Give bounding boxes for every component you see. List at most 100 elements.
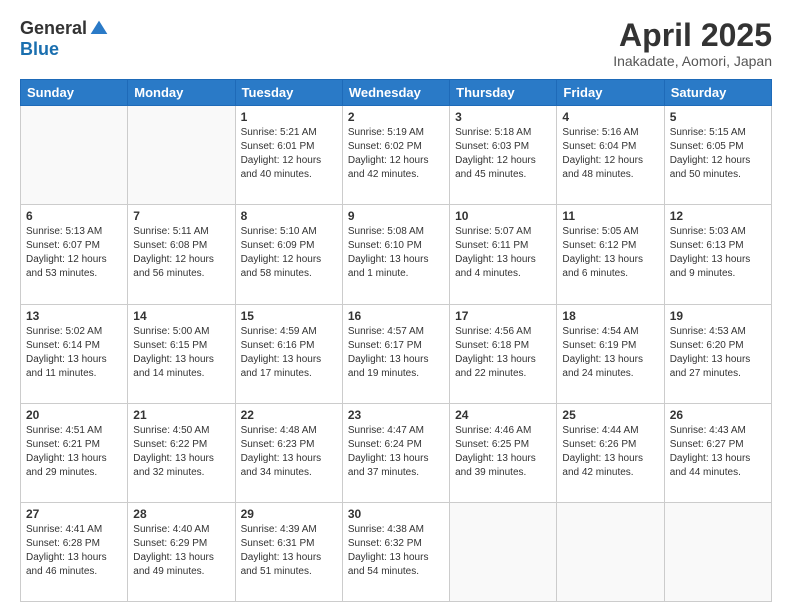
calendar-day-cell: 28 Sunrise: 4:40 AMSunset: 6:29 PMDaylig… bbox=[128, 502, 235, 601]
logo-general: General bbox=[20, 18, 87, 39]
day-number: 24 bbox=[455, 408, 551, 422]
header: General Blue April 2025 Inakadate, Aomor… bbox=[20, 18, 772, 69]
day-number: 14 bbox=[133, 309, 229, 323]
day-number: 1 bbox=[241, 110, 337, 124]
calendar-table: Sunday Monday Tuesday Wednesday Thursday… bbox=[20, 79, 772, 602]
day-info: Sunrise: 5:10 AMSunset: 6:09 PMDaylight:… bbox=[241, 226, 322, 279]
day-number: 27 bbox=[26, 507, 122, 521]
day-info: Sunrise: 4:54 AMSunset: 6:19 PMDaylight:… bbox=[562, 326, 643, 379]
day-info: Sunrise: 5:02 AMSunset: 6:14 PMDaylight:… bbox=[26, 326, 107, 379]
calendar-day-cell: 2 Sunrise: 5:19 AMSunset: 6:02 PMDayligh… bbox=[342, 106, 449, 205]
day-number: 29 bbox=[241, 507, 337, 521]
calendar-week-row: 1 Sunrise: 5:21 AMSunset: 6:01 PMDayligh… bbox=[21, 106, 772, 205]
day-number: 21 bbox=[133, 408, 229, 422]
col-wednesday: Wednesday bbox=[342, 80, 449, 106]
day-info: Sunrise: 5:05 AMSunset: 6:12 PMDaylight:… bbox=[562, 226, 643, 279]
day-number: 30 bbox=[348, 507, 444, 521]
col-tuesday: Tuesday bbox=[235, 80, 342, 106]
calendar-day-cell: 4 Sunrise: 5:16 AMSunset: 6:04 PMDayligh… bbox=[557, 106, 664, 205]
day-info: Sunrise: 5:11 AMSunset: 6:08 PMDaylight:… bbox=[133, 226, 214, 279]
calendar-day-cell: 26 Sunrise: 4:43 AMSunset: 6:27 PMDaylig… bbox=[664, 403, 771, 502]
calendar-day-cell bbox=[557, 502, 664, 601]
day-info: Sunrise: 4:50 AMSunset: 6:22 PMDaylight:… bbox=[133, 425, 214, 478]
day-info: Sunrise: 5:19 AMSunset: 6:02 PMDaylight:… bbox=[348, 127, 429, 180]
calendar-day-cell: 12 Sunrise: 5:03 AMSunset: 6:13 PMDaylig… bbox=[664, 205, 771, 304]
calendar-day-cell: 18 Sunrise: 4:54 AMSunset: 6:19 PMDaylig… bbox=[557, 304, 664, 403]
day-number: 26 bbox=[670, 408, 766, 422]
col-saturday: Saturday bbox=[664, 80, 771, 106]
day-info: Sunrise: 4:39 AMSunset: 6:31 PMDaylight:… bbox=[241, 524, 322, 577]
calendar-week-row: 6 Sunrise: 5:13 AMSunset: 6:07 PMDayligh… bbox=[21, 205, 772, 304]
day-number: 7 bbox=[133, 209, 229, 223]
calendar-day-cell: 20 Sunrise: 4:51 AMSunset: 6:21 PMDaylig… bbox=[21, 403, 128, 502]
day-info: Sunrise: 5:15 AMSunset: 6:05 PMDaylight:… bbox=[670, 127, 751, 180]
calendar-day-cell: 6 Sunrise: 5:13 AMSunset: 6:07 PMDayligh… bbox=[21, 205, 128, 304]
calendar-day-cell: 3 Sunrise: 5:18 AMSunset: 6:03 PMDayligh… bbox=[450, 106, 557, 205]
calendar-day-cell: 10 Sunrise: 5:07 AMSunset: 6:11 PMDaylig… bbox=[450, 205, 557, 304]
day-number: 17 bbox=[455, 309, 551, 323]
day-info: Sunrise: 4:57 AMSunset: 6:17 PMDaylight:… bbox=[348, 326, 429, 379]
day-number: 3 bbox=[455, 110, 551, 124]
day-number: 13 bbox=[26, 309, 122, 323]
calendar-day-cell: 13 Sunrise: 5:02 AMSunset: 6:14 PMDaylig… bbox=[21, 304, 128, 403]
title-area: April 2025 Inakadate, Aomori, Japan bbox=[613, 18, 772, 69]
calendar-day-cell: 15 Sunrise: 4:59 AMSunset: 6:16 PMDaylig… bbox=[235, 304, 342, 403]
calendar-day-cell: 23 Sunrise: 4:47 AMSunset: 6:24 PMDaylig… bbox=[342, 403, 449, 502]
day-info: Sunrise: 4:48 AMSunset: 6:23 PMDaylight:… bbox=[241, 425, 322, 478]
calendar-day-cell: 7 Sunrise: 5:11 AMSunset: 6:08 PMDayligh… bbox=[128, 205, 235, 304]
col-monday: Monday bbox=[128, 80, 235, 106]
calendar-day-cell bbox=[21, 106, 128, 205]
day-info: Sunrise: 5:16 AMSunset: 6:04 PMDaylight:… bbox=[562, 127, 643, 180]
calendar-day-cell: 29 Sunrise: 4:39 AMSunset: 6:31 PMDaylig… bbox=[235, 502, 342, 601]
calendar-day-cell: 24 Sunrise: 4:46 AMSunset: 6:25 PMDaylig… bbox=[450, 403, 557, 502]
calendar-day-cell: 16 Sunrise: 4:57 AMSunset: 6:17 PMDaylig… bbox=[342, 304, 449, 403]
day-info: Sunrise: 5:21 AMSunset: 6:01 PMDaylight:… bbox=[241, 127, 322, 180]
calendar-day-cell bbox=[664, 502, 771, 601]
col-friday: Friday bbox=[557, 80, 664, 106]
day-number: 16 bbox=[348, 309, 444, 323]
calendar-day-cell: 27 Sunrise: 4:41 AMSunset: 6:28 PMDaylig… bbox=[21, 502, 128, 601]
col-thursday: Thursday bbox=[450, 80, 557, 106]
day-number: 9 bbox=[348, 209, 444, 223]
day-number: 12 bbox=[670, 209, 766, 223]
calendar-day-cell: 21 Sunrise: 4:50 AMSunset: 6:22 PMDaylig… bbox=[128, 403, 235, 502]
day-number: 28 bbox=[133, 507, 229, 521]
day-info: Sunrise: 4:47 AMSunset: 6:24 PMDaylight:… bbox=[348, 425, 429, 478]
calendar-week-row: 13 Sunrise: 5:02 AMSunset: 6:14 PMDaylig… bbox=[21, 304, 772, 403]
logo: General Blue bbox=[20, 18, 109, 60]
day-number: 4 bbox=[562, 110, 658, 124]
location: Inakadate, Aomori, Japan bbox=[613, 53, 772, 69]
calendar-day-cell: 1 Sunrise: 5:21 AMSunset: 6:01 PMDayligh… bbox=[235, 106, 342, 205]
day-info: Sunrise: 4:38 AMSunset: 6:32 PMDaylight:… bbox=[348, 524, 429, 577]
day-info: Sunrise: 5:13 AMSunset: 6:07 PMDaylight:… bbox=[26, 226, 107, 279]
day-number: 2 bbox=[348, 110, 444, 124]
page: General Blue April 2025 Inakadate, Aomor… bbox=[0, 0, 792, 612]
calendar-day-cell: 14 Sunrise: 5:00 AMSunset: 6:15 PMDaylig… bbox=[128, 304, 235, 403]
calendar-day-cell: 9 Sunrise: 5:08 AMSunset: 6:10 PMDayligh… bbox=[342, 205, 449, 304]
day-info: Sunrise: 4:59 AMSunset: 6:16 PMDaylight:… bbox=[241, 326, 322, 379]
month-title: April 2025 bbox=[613, 18, 772, 53]
day-info: Sunrise: 5:03 AMSunset: 6:13 PMDaylight:… bbox=[670, 226, 751, 279]
calendar-day-cell: 5 Sunrise: 5:15 AMSunset: 6:05 PMDayligh… bbox=[664, 106, 771, 205]
day-info: Sunrise: 4:44 AMSunset: 6:26 PMDaylight:… bbox=[562, 425, 643, 478]
day-info: Sunrise: 4:41 AMSunset: 6:28 PMDaylight:… bbox=[26, 524, 107, 577]
day-info: Sunrise: 4:53 AMSunset: 6:20 PMDaylight:… bbox=[670, 326, 751, 379]
day-info: Sunrise: 4:51 AMSunset: 6:21 PMDaylight:… bbox=[26, 425, 107, 478]
day-number: 8 bbox=[241, 209, 337, 223]
day-number: 10 bbox=[455, 209, 551, 223]
day-info: Sunrise: 5:18 AMSunset: 6:03 PMDaylight:… bbox=[455, 127, 536, 180]
calendar-week-row: 27 Sunrise: 4:41 AMSunset: 6:28 PMDaylig… bbox=[21, 502, 772, 601]
col-sunday: Sunday bbox=[21, 80, 128, 106]
calendar-day-cell: 19 Sunrise: 4:53 AMSunset: 6:20 PMDaylig… bbox=[664, 304, 771, 403]
day-info: Sunrise: 4:46 AMSunset: 6:25 PMDaylight:… bbox=[455, 425, 536, 478]
day-number: 22 bbox=[241, 408, 337, 422]
logo-blue: Blue bbox=[20, 39, 59, 60]
calendar-day-cell: 22 Sunrise: 4:48 AMSunset: 6:23 PMDaylig… bbox=[235, 403, 342, 502]
calendar-day-cell: 17 Sunrise: 4:56 AMSunset: 6:18 PMDaylig… bbox=[450, 304, 557, 403]
day-number: 25 bbox=[562, 408, 658, 422]
day-info: Sunrise: 5:07 AMSunset: 6:11 PMDaylight:… bbox=[455, 226, 536, 279]
calendar-day-cell: 8 Sunrise: 5:10 AMSunset: 6:09 PMDayligh… bbox=[235, 205, 342, 304]
day-number: 5 bbox=[670, 110, 766, 124]
day-info: Sunrise: 5:08 AMSunset: 6:10 PMDaylight:… bbox=[348, 226, 429, 279]
calendar-day-cell: 11 Sunrise: 5:05 AMSunset: 6:12 PMDaylig… bbox=[557, 205, 664, 304]
